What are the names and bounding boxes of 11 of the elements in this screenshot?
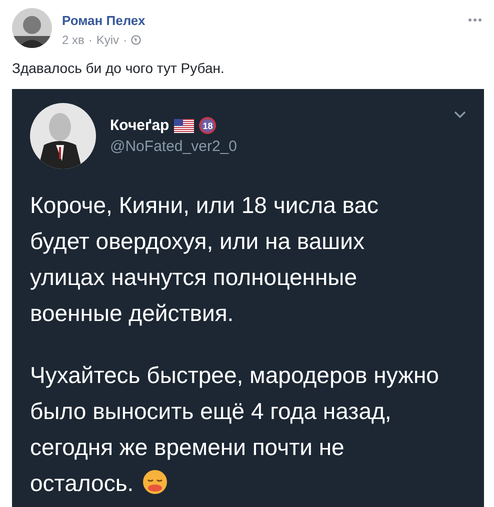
author-name[interactable]: Роман Пелех	[62, 13, 458, 28]
separator: ·	[88, 33, 92, 47]
separator: ·	[123, 33, 128, 47]
age-badge: 18	[199, 117, 216, 134]
account-name: Кочеґар	[110, 117, 170, 134]
tweet-text: Короче, Кияни, или 18 числа вас будет овердохуя, или на ваших улицах начнутся полноценные военные действия.	[30, 191, 380, 328]
account-handle: @NoFated_ver2_0	[110, 138, 238, 155]
tweet-text: Чухайтесь быстрее, мародеров нужно было выносить ещё 4 года назад, сегодня же времени почти не осталось.	[30, 361, 440, 498]
post-location[interactable]: Kyiv	[96, 33, 120, 47]
post-text: Здавалось би до чого тут Рубан.	[11, 59, 226, 76]
post-time[interactable]: 2 хв	[62, 33, 84, 47]
